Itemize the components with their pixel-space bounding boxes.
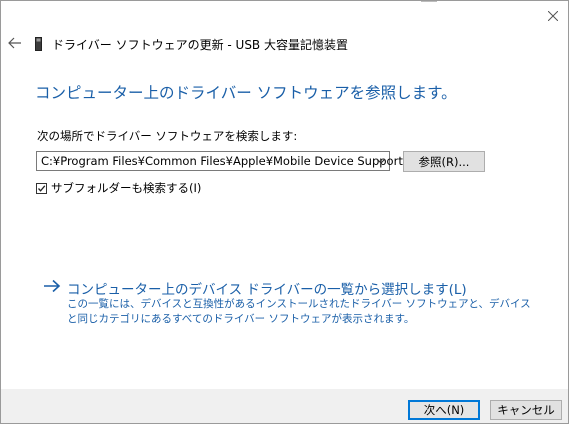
close-icon xyxy=(548,11,558,21)
pick-from-list-description: この一覧には、デバイスと互換性があるインストールされたドライバー ソフトウェアと… xyxy=(67,298,531,325)
search-location-label: 次の場所でドライバー ソフトウェアを検索します: xyxy=(37,129,298,143)
dialog-header: ドライバー ソフトウェアの更新 - USB 大容量記憶装置 xyxy=(35,36,348,52)
driver-update-dialog: ドライバー ソフトウェアの更新 - USB 大容量記憶装置 コンピューター上のド… xyxy=(0,0,569,424)
chevron-down-icon[interactable] xyxy=(376,157,386,165)
dialog-title: ドライバー ソフトウェアの更新 - USB 大容量記憶装置 xyxy=(52,37,348,52)
search-path-value: C:¥Program Files¥Common Files¥Apple¥Mobi… xyxy=(41,154,403,168)
pick-from-list-title[interactable]: コンピューター上のデバイス ドライバーの一覧から選択します(L) xyxy=(67,278,467,298)
checkmark-icon xyxy=(38,184,46,192)
close-button[interactable] xyxy=(542,5,564,27)
browse-button[interactable]: 参照(R)... xyxy=(403,151,485,172)
include-subfolders-checkbox[interactable] xyxy=(36,182,47,194)
cancel-button[interactable]: キャンセル xyxy=(490,400,562,420)
page-heading: コンピューター上のドライバー ソフトウェアを参照します。 xyxy=(35,84,457,102)
search-path-combobox[interactable]: C:¥Program Files¥Common Files¥Apple¥Mobi… xyxy=(36,151,403,171)
include-subfolders-label: サブフォルダーも検索する(I) xyxy=(51,181,202,195)
title-bar xyxy=(1,1,568,31)
right-arrow-icon xyxy=(44,279,61,293)
usb-device-icon xyxy=(35,37,42,51)
title-bar-divider xyxy=(421,1,437,5)
dialog-footer: 次へ(N) キャンセル xyxy=(1,389,568,423)
include-subfolders-option[interactable]: サブフォルダーも検索する(I) xyxy=(36,181,201,195)
back-button[interactable] xyxy=(7,35,23,51)
next-button[interactable]: 次へ(N) xyxy=(408,400,480,420)
back-arrow-icon xyxy=(8,37,21,49)
